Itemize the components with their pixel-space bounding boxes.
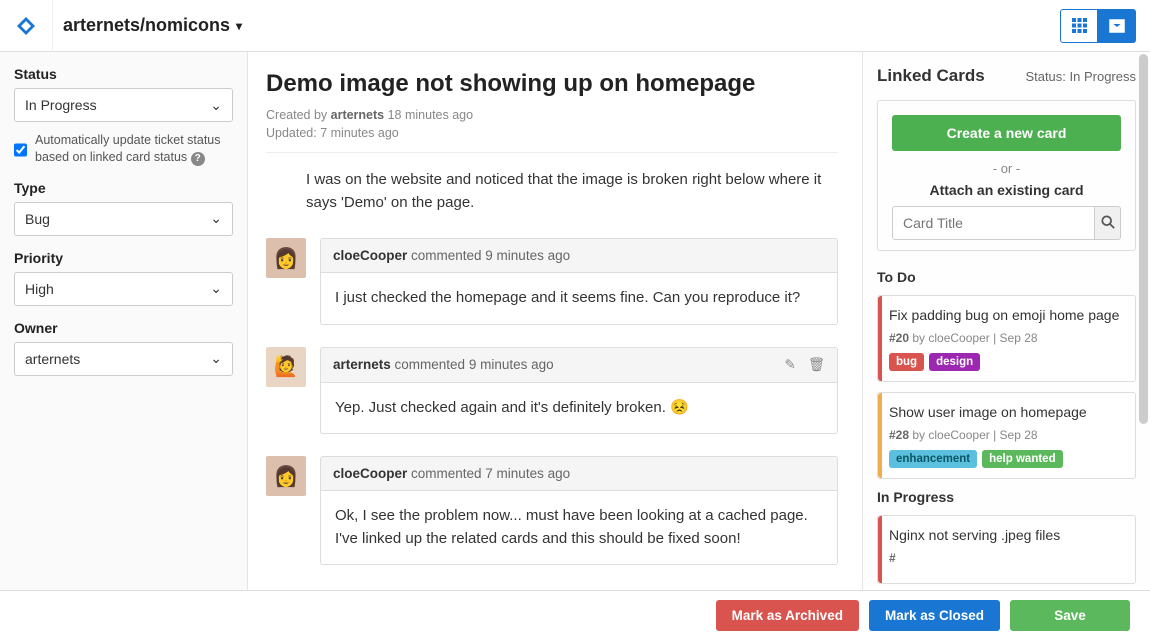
ticket-body: I was on the website and noticed that th…	[266, 169, 838, 214]
linked-card[interactable]: Fix padding bug on emoji home page #20 by…	[877, 295, 1136, 382]
status-label: Status	[14, 66, 233, 82]
auto-status-checkbox-row[interactable]: Automatically update ticket status based…	[14, 132, 233, 166]
tag: enhancement	[889, 450, 977, 468]
priority-select[interactable]: High ⌄	[14, 272, 233, 306]
card-meta: #28 by cloeCooper | Sep 28	[889, 428, 1124, 442]
card-title: Fix padding bug on emoji home page	[889, 306, 1124, 325]
comment: 🙋 arternets commented 9 minutes ago ✎ 🗑 Yep.…	[266, 347, 838, 435]
comment-author: cloeCooper	[333, 466, 407, 481]
comment-time: commented 9 minutes ago	[407, 248, 570, 263]
column-header: In Progress	[877, 489, 1136, 505]
type-select[interactable]: Bug ⌄	[14, 202, 233, 236]
avatar: 👩	[266, 456, 306, 496]
comment: 👩cloeCooper commented 9 minutes agoI jus…	[266, 238, 838, 325]
ticket-title: Demo image not showing up on homepage	[266, 70, 838, 98]
attach-label: Attach an existing card	[892, 182, 1121, 198]
card-search-button[interactable]	[1095, 206, 1121, 240]
linked-card[interactable]: Nginx not serving .jpeg files #	[877, 515, 1136, 584]
comment-header: cloeCooper commented 7 minutes ago	[320, 456, 838, 491]
save-button[interactable]: Save	[1010, 600, 1130, 631]
close-button[interactable]: Mark as Closed	[869, 600, 1000, 631]
card-title: Nginx not serving .jpeg files	[889, 526, 1124, 545]
owner-select[interactable]: arternets ⌄	[14, 342, 233, 376]
card-title: Show user image on homepage	[889, 403, 1124, 422]
app-logo[interactable]	[14, 14, 38, 38]
linked-cards-title: Linked Cards	[877, 66, 985, 86]
ticket-meta: Created by arternets 18 minutes ago Upda…	[266, 106, 838, 142]
tag: design	[929, 353, 980, 371]
comment-time: commented 7 minutes ago	[407, 466, 570, 481]
avatar: 🙋	[266, 347, 306, 387]
owner-label: Owner	[14, 320, 233, 336]
linked-card[interactable]: Show user image on homepage #28 by cloeCo…	[877, 392, 1136, 479]
comment-author: cloeCooper	[333, 248, 407, 263]
tag: help wanted	[982, 450, 1062, 468]
inbox-view-button[interactable]	[1098, 9, 1136, 43]
comment-time: commented 9 minutes ago	[391, 357, 554, 372]
card-meta: #	[889, 551, 1124, 565]
linked-cards-status: Status: In Progress	[1025, 69, 1136, 84]
chevron-down-icon: ⌄	[210, 350, 222, 367]
archive-button[interactable]: Mark as Archived	[716, 600, 859, 631]
project-selector[interactable]: arternets/nomicons ▾	[52, 0, 242, 52]
status-select[interactable]: In Progress ⌄	[14, 88, 233, 122]
or-divider: - or -	[892, 161, 1121, 176]
caret-down-icon: ▾	[236, 19, 242, 33]
delete-icon[interactable]: 🗑	[808, 357, 825, 373]
card-search-input[interactable]	[892, 206, 1095, 240]
comment-text: I just checked the homepage and it seems…	[320, 273, 838, 325]
chevron-down-icon: ⌄	[210, 97, 222, 114]
scrollbar[interactable]	[1139, 54, 1148, 424]
comment-text: Yep. Just checked again and it's definit…	[320, 383, 838, 435]
chevron-down-icon: ⌄	[210, 280, 222, 297]
comment: 👩cloeCooper commented 7 minutes agoOk, I…	[266, 456, 838, 565]
comment-header: cloeCooper commented 9 minutes ago	[320, 238, 838, 273]
comment-author: arternets	[333, 357, 391, 372]
help-icon[interactable]: ?	[191, 152, 205, 166]
avatar: 👩	[266, 238, 306, 278]
priority-label: Priority	[14, 250, 233, 266]
search-icon	[1101, 215, 1115, 229]
column-header: To Do	[877, 269, 1136, 285]
type-label: Type	[14, 180, 233, 196]
card-meta: #20 by cloeCooper | Sep 28	[889, 331, 1124, 345]
chevron-down-icon: ⌄	[210, 210, 222, 227]
project-name: arternets/nomicons	[63, 15, 230, 36]
comment-text: Ok, I see the problem now... must have b…	[320, 491, 838, 565]
auto-status-checkbox[interactable]	[14, 134, 27, 166]
tag: bug	[889, 353, 924, 371]
grid-view-button[interactable]	[1060, 9, 1098, 43]
comment-header: arternets commented 9 minutes ago ✎ 🗑	[320, 347, 838, 383]
create-card-button[interactable]: Create a new card	[892, 115, 1121, 151]
edit-icon[interactable]: ✎	[785, 357, 796, 373]
